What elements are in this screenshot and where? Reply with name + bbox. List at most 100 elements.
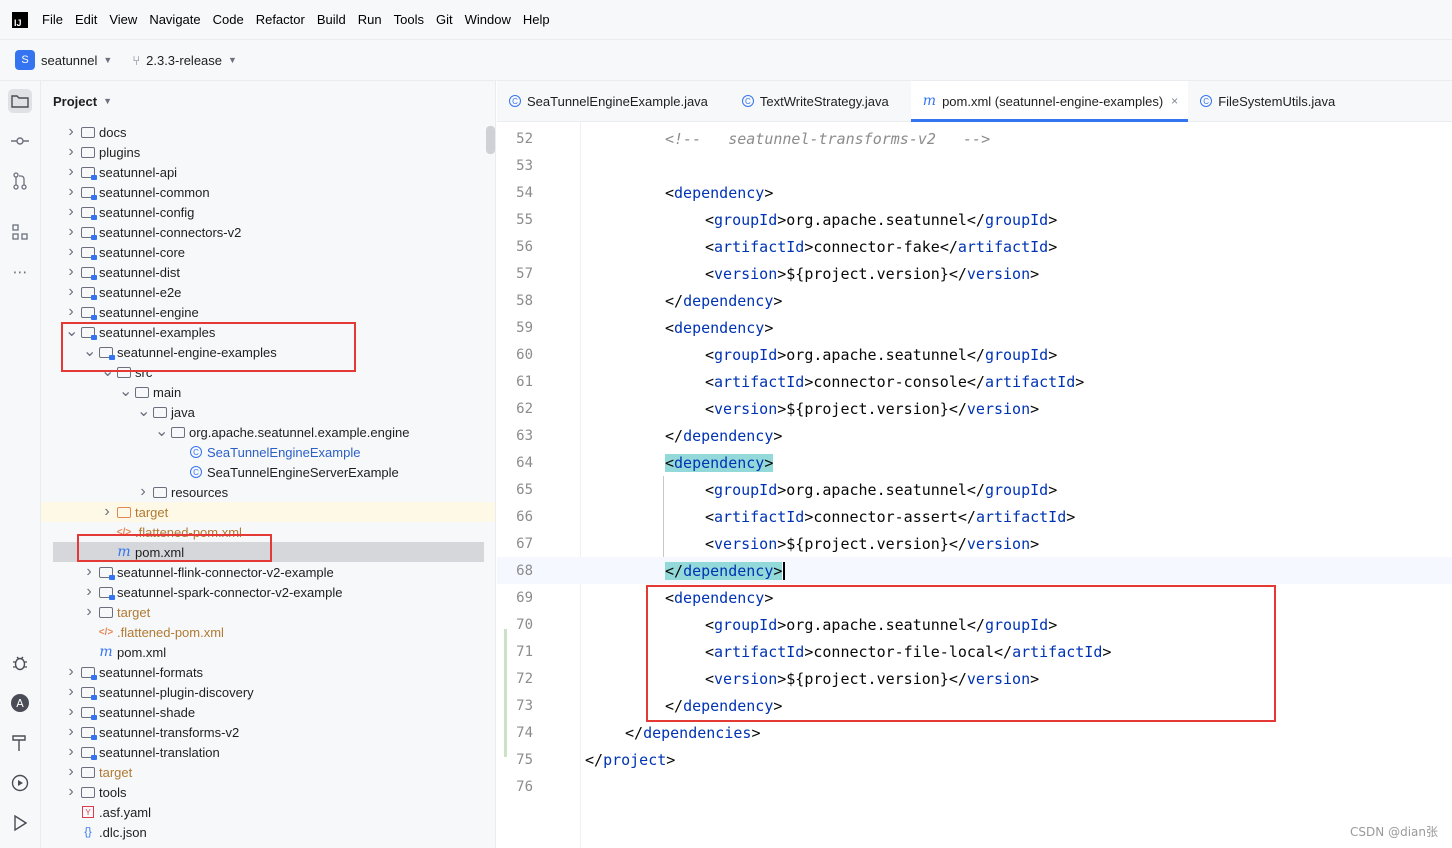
code-line[interactable]: 74 </dependencies> [497,719,1452,746]
chevron-down-icon[interactable]: ▼ [103,96,112,106]
project-folder-icon[interactable] [8,89,32,113]
menu-help[interactable]: Help [523,12,550,27]
tree-item[interactable]: › seatunnel-translation [41,742,495,762]
tree-item[interactable]: ⌄ java [41,402,495,422]
chevron-right-icon[interactable]: › [83,564,95,580]
code-line[interactable]: 57 <version>${project.version}</version> [497,260,1452,287]
tree-item[interactable]: › seatunnel-transforms-v2 [41,722,495,742]
tree-item[interactable]: › seatunnel-formats [41,662,495,682]
code-line[interactable]: 67 <version>${project.version}</version> [497,530,1452,557]
tree-item[interactable]: › seatunnel-core [41,242,495,262]
tree-item[interactable]: › tools [41,782,495,802]
tree-item[interactable]: › seatunnel-spark-connector-v2-example [41,582,495,602]
code-line[interactable]: 66 <artifactId>connector-assert</artifact… [497,503,1452,530]
chevron-right-icon[interactable]: › [65,704,77,720]
code-line[interactable]: 68 </dependency> [497,557,1452,584]
tree-item[interactable]: › plugins [41,142,495,162]
chevron-right-icon[interactable]: › [65,684,77,700]
code-editor[interactable]: 52 <!-- seatunnel-transforms-v2 --> 53 54 <d… [497,122,1452,848]
chevron-right-icon[interactable]: › [65,204,77,220]
menu-build[interactable]: Build [317,12,346,27]
project-view-title[interactable]: Project [53,94,97,109]
tree-item[interactable]: › seatunnel-common [41,182,495,202]
chevron-right-icon[interactable]: › [65,244,77,260]
chevron-right-icon[interactable]: › [83,604,95,620]
tree-item[interactable]: › seatunnel-flink-connector-v2-example [41,562,495,582]
chevron-down-icon[interactable]: ▼ [228,55,237,65]
code-line[interactable]: 60 <groupId>org.apache.seatunnel</groupId… [497,341,1452,368]
tree-item[interactable]: › target [41,602,495,622]
debug-icon[interactable] [8,651,32,675]
run-icon[interactable] [8,811,32,835]
commit-icon[interactable] [8,129,32,153]
menu-refactor[interactable]: Refactor [256,12,305,27]
chevron-down-icon[interactable]: ⌄ [155,424,168,440]
code-line[interactable]: 53 [497,152,1452,179]
services-icon[interactable] [8,771,32,795]
menu-file[interactable]: File [42,12,63,27]
chevron-right-icon[interactable]: › [65,124,77,140]
tree-item[interactable]: m pom.xml [41,642,495,662]
chevron-right-icon[interactable]: › [65,284,77,300]
chevron-down-icon[interactable]: ⌄ [119,384,132,400]
menu-run[interactable]: Run [358,12,382,27]
tree-item[interactable]: › seatunnel-plugin-discovery [41,682,495,702]
menu-navigate[interactable]: Navigate [149,12,200,27]
chevron-right-icon[interactable]: › [65,184,77,200]
chevron-right-icon[interactable]: › [65,724,77,740]
editor-tab[interactable]: C FileSystemUtils.java [1188,81,1357,121]
menu-edit[interactable]: Edit [75,12,97,27]
code-line[interactable]: 64 <dependency> [497,449,1452,476]
tree-item[interactable]: ⌄ org.apache.seatunnel.example.engine [41,422,495,442]
tree-item[interactable]: › resources [41,482,495,502]
code-line[interactable]: 52 <!-- seatunnel-transforms-v2 --> [497,125,1452,152]
chevron-right-icon[interactable]: › [65,764,77,780]
chevron-right-icon[interactable]: › [83,584,95,600]
tree-item[interactable]: › seatunnel-shade [41,702,495,722]
tree-item[interactable]: › target [41,762,495,782]
chevron-right-icon[interactable]: › [65,784,77,800]
code-line[interactable]: 75 </project> [497,746,1452,773]
code-line[interactable]: 62 <version>${project.version}</version> [497,395,1452,422]
code-line[interactable]: 76 [497,773,1452,800]
tree-item[interactable]: </> .flattened-pom.xml [41,622,495,642]
code-line[interactable]: 63 </dependency> [497,422,1452,449]
chevron-right-icon[interactable]: › [65,224,77,240]
tree-item[interactable]: › seatunnel-connectors-v2 [41,222,495,242]
intellij-logo-icon[interactable]: IJ [12,11,28,28]
tree-item[interactable]: › seatunnel-dist [41,262,495,282]
branch-selector[interactable]: 2.3.3-release [146,53,222,68]
editor-tab[interactable]: C TextWriteStrategy.java [730,81,911,121]
code-line[interactable]: 58 </dependency> [497,287,1452,314]
chevron-right-icon[interactable]: › [65,264,77,280]
tree-item[interactable]: C SeaTunnelEngineExample [41,442,495,462]
tree-item[interactable]: › seatunnel-e2e [41,282,495,302]
chevron-right-icon[interactable]: › [101,504,113,520]
chevron-right-icon[interactable]: › [65,144,77,160]
menu-git[interactable]: Git [436,12,453,27]
project-panel-header[interactable]: Project ▼ [41,81,495,121]
close-icon[interactable]: × [1171,94,1178,108]
pull-requests-icon[interactable] [8,169,32,193]
code-line[interactable]: 54 <dependency> [497,179,1452,206]
tree-item[interactable]: ⌄ main [41,382,495,402]
code-line[interactable]: 61 <artifactId>connector-console</artifac… [497,368,1452,395]
structure-icon[interactable] [8,220,32,244]
editor-tab[interactable]: m pom.xml (seatunnel-engine-examples) × [910,81,1189,122]
chevron-right-icon[interactable]: › [65,664,77,680]
project-selector[interactable]: seatunnel [41,53,97,68]
code-line[interactable]: 55 <groupId>org.apache.seatunnel</groupId… [497,206,1452,233]
editor-tab[interactable]: C SeaTunnelEngineExample.java [497,81,730,121]
tree-item[interactable]: › target [41,502,495,522]
code-line[interactable]: 56 <artifactId>connector-fake</artifactId… [497,233,1452,260]
tree-item[interactable]: › seatunnel-api [41,162,495,182]
more-icon[interactable]: ⋯ [8,260,32,284]
code-line[interactable]: 59 <dependency> [497,314,1452,341]
chevron-right-icon[interactable]: › [65,744,77,760]
ai-assistant-icon[interactable]: A [8,691,32,715]
tree-item[interactable]: › seatunnel-config [41,202,495,222]
chevron-down-icon[interactable]: ⌄ [137,404,150,420]
menu-view[interactable]: View [109,12,137,27]
tree-item[interactable]: C SeaTunnelEngineServerExample [41,462,495,482]
build-icon[interactable] [8,731,32,755]
